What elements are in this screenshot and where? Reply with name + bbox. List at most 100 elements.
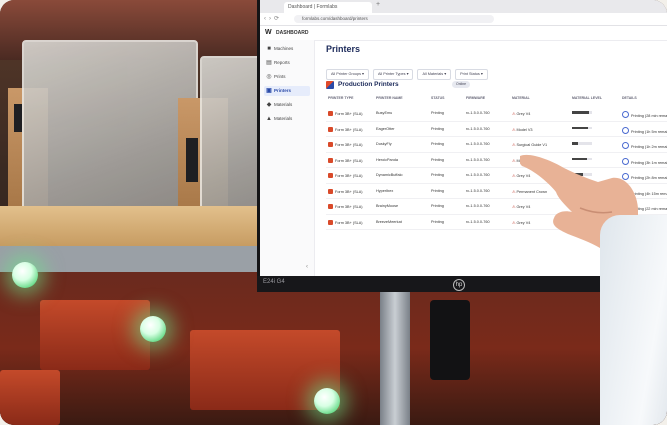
monitor-model: E24i G4 — [263, 279, 285, 285]
cell-details: Printing (1h 5m remain) — [622, 126, 667, 134]
cell-firmware: rc-1.5.0.0-760 — [466, 111, 490, 115]
cell-firmware: rc-1.5.0.0-760 — [466, 204, 490, 208]
sidebar-item-materials[interactable]: ◆ Materials — [264, 100, 310, 110]
printer-icon — [328, 219, 333, 225]
status-text: Printing — [431, 219, 444, 224]
cell-firmware: rc-1.5.0.0-760 — [466, 127, 490, 131]
photo-frame: Dashboard | Formlabs + ‹›⟳ formlabs.com/… — [0, 0, 667, 425]
table-row[interactable]: Form 3B+ (SLA) EagerOtter Printing rc-1.5.0… — [326, 122, 667, 137]
new-tab-button[interactable]: + — [376, 1, 380, 8]
firmware-text: rc-1.5.0.0-760 — [466, 173, 490, 177]
nav-arrows-icon[interactable]: ‹›⟳ — [264, 15, 282, 22]
chevron-left-icon[interactable]: ‹ — [306, 264, 308, 270]
cell-type: Form 3B+ (SLA) — [328, 173, 363, 178]
cell-name[interactable]: BrainyMoose — [376, 204, 398, 208]
status-badge: Online — [452, 81, 471, 88]
cell-type: Form 3B+ (SLA) — [328, 142, 363, 147]
sidebar: ■ Machines ▤ Reports ◎ Prints ▣ Printers ◆ Ma… — [260, 40, 315, 276]
type-text: Form 3B+ (SLA) — [335, 174, 363, 178]
browser-tab-bar: Dashboard | Formlabs + — [260, 0, 667, 17]
material-text: Model V3 — [516, 127, 533, 132]
printer-icon — [328, 204, 333, 209]
material-level-fill — [572, 142, 578, 145]
filter-label: All Printer Types — [377, 72, 406, 76]
cell-type: Form 3B+ (SLA) — [328, 204, 363, 209]
column-header[interactable]: FIRMWARE — [466, 96, 485, 100]
sidebar-item-materials-2[interactable]: ▲ Materials — [264, 114, 310, 124]
sidebar-item-label: Reports — [274, 60, 290, 65]
logo-icon[interactable]: W — [265, 29, 272, 36]
table-row[interactable]: Form 3B+ (SLA) BusyEmu Printing rc-1.5.0.0-… — [326, 106, 667, 122]
cell-status: Printing — [431, 220, 444, 224]
filter-printer-groups[interactable]: All Printer Groups ▾ — [326, 69, 369, 80]
sidebar-item-machines[interactable]: ■ Machines — [264, 44, 310, 54]
cell-name[interactable]: BusyEmu — [376, 111, 392, 115]
cell-type: Form 3B+ (SLA) — [328, 157, 363, 163]
box-label — [14, 104, 22, 132]
red-tray — [0, 370, 60, 425]
column-header[interactable]: MATERIAL — [512, 96, 530, 100]
name-text: BusyEmu — [376, 111, 393, 115]
green-indicator-light — [140, 316, 166, 342]
browser-tab[interactable]: Dashboard | Formlabs — [284, 2, 372, 13]
filter-print-status[interactable]: Print Status ▾ — [455, 69, 488, 80]
cell-name[interactable]: EagerOtter — [376, 127, 395, 131]
type-text: Form 3B+ (SLA) — [335, 112, 363, 116]
cell-name[interactable]: HeroicPanda — [376, 158, 398, 162]
name-text: EagerOtter — [376, 126, 395, 131]
url-field[interactable]: formlabs.com/dashboard/printers — [294, 15, 494, 23]
cell-name[interactable]: HyperIbex — [376, 189, 393, 193]
cell-name[interactable]: BreezeMeerkat — [376, 220, 402, 224]
monitor-mount — [430, 300, 470, 380]
sidebar-item-printers[interactable]: ▣ Printers — [264, 86, 310, 96]
rack-post — [380, 292, 410, 425]
filter-printer-types[interactable]: All Printer Types ▾ — [372, 69, 414, 80]
column-header[interactable]: PRINTER NAME — [376, 96, 403, 100]
column-header[interactable]: DETAILS — [622, 96, 637, 100]
sidebar-item-prints[interactable]: ◎ Prints — [264, 72, 310, 82]
name-text: BreezeMeerkat — [376, 219, 402, 224]
filter-materials[interactable]: All Materials ▾ — [417, 69, 452, 80]
name-text: DuskyFly — [376, 142, 392, 146]
sidebar-item-label: Materials — [274, 102, 293, 107]
material-level-bar — [572, 126, 592, 129]
cell-firmware: rc-1.5.0.0-760 — [466, 173, 490, 177]
name-text: HeroicPanda — [376, 157, 398, 162]
cell-firmware: rc-1.5.0.0-760 — [466, 189, 490, 193]
filter-label: All Materials — [422, 72, 444, 76]
cell-status: Printing — [431, 189, 444, 193]
column-header[interactable]: MATERIAL LEVEL — [572, 96, 602, 100]
firmware-text: rc-1.5.0.0-760 — [466, 219, 490, 224]
sidebar-item-label: Prints — [274, 74, 286, 79]
cell-material: ⚠ Surgical Guide V1 — [512, 142, 547, 147]
column-header[interactable]: STATUS — [431, 96, 444, 100]
cell-type: Form 3B+ (SLA) — [328, 126, 363, 132]
red-tray — [40, 300, 150, 370]
sidebar-item-reports[interactable]: ▤ Reports — [264, 58, 310, 68]
material-level-fill — [572, 111, 589, 114]
box-label — [186, 138, 198, 182]
cell-name[interactable]: DuskyFly — [376, 142, 392, 146]
cell-name[interactable]: DynamicBuffalo — [376, 173, 403, 177]
section-title: Production Printers — [338, 81, 399, 88]
details-text: Printing (1h 5m remain) — [631, 129, 667, 134]
filter-label: Print Status — [460, 72, 480, 76]
type-text: Form 3B+ (SLA) — [335, 220, 363, 225]
details-text: Printing (28 min remain) — [631, 114, 667, 118]
name-text: HyperIbex — [376, 188, 394, 193]
status-text: Printing — [431, 126, 444, 131]
cell-status: Printing — [431, 142, 444, 146]
column-header[interactable]: PRINTER TYPE — [328, 96, 353, 100]
filter-bar: All Printer Groups ▾ All Printer Types ▾ A… — [326, 62, 492, 80]
cell-status: Printing — [431, 127, 444, 131]
table-header: PRINTER TYPE PRINTER NAME STATUS FIRMWAR… — [326, 96, 667, 104]
sidebar-item-label: Machines — [274, 46, 294, 51]
printer-icon — [328, 188, 333, 194]
filter-label: All Printer Groups — [331, 72, 361, 76]
status-text: Printing — [431, 188, 444, 193]
firmware-text: rc-1.5.0.0-760 — [466, 157, 490, 162]
type-text: Form 3B+ (SLA) — [335, 205, 363, 209]
print-icon: ◎ — [266, 74, 272, 80]
report-icon: ▤ — [266, 60, 272, 66]
cell-status: Printing — [431, 204, 444, 208]
